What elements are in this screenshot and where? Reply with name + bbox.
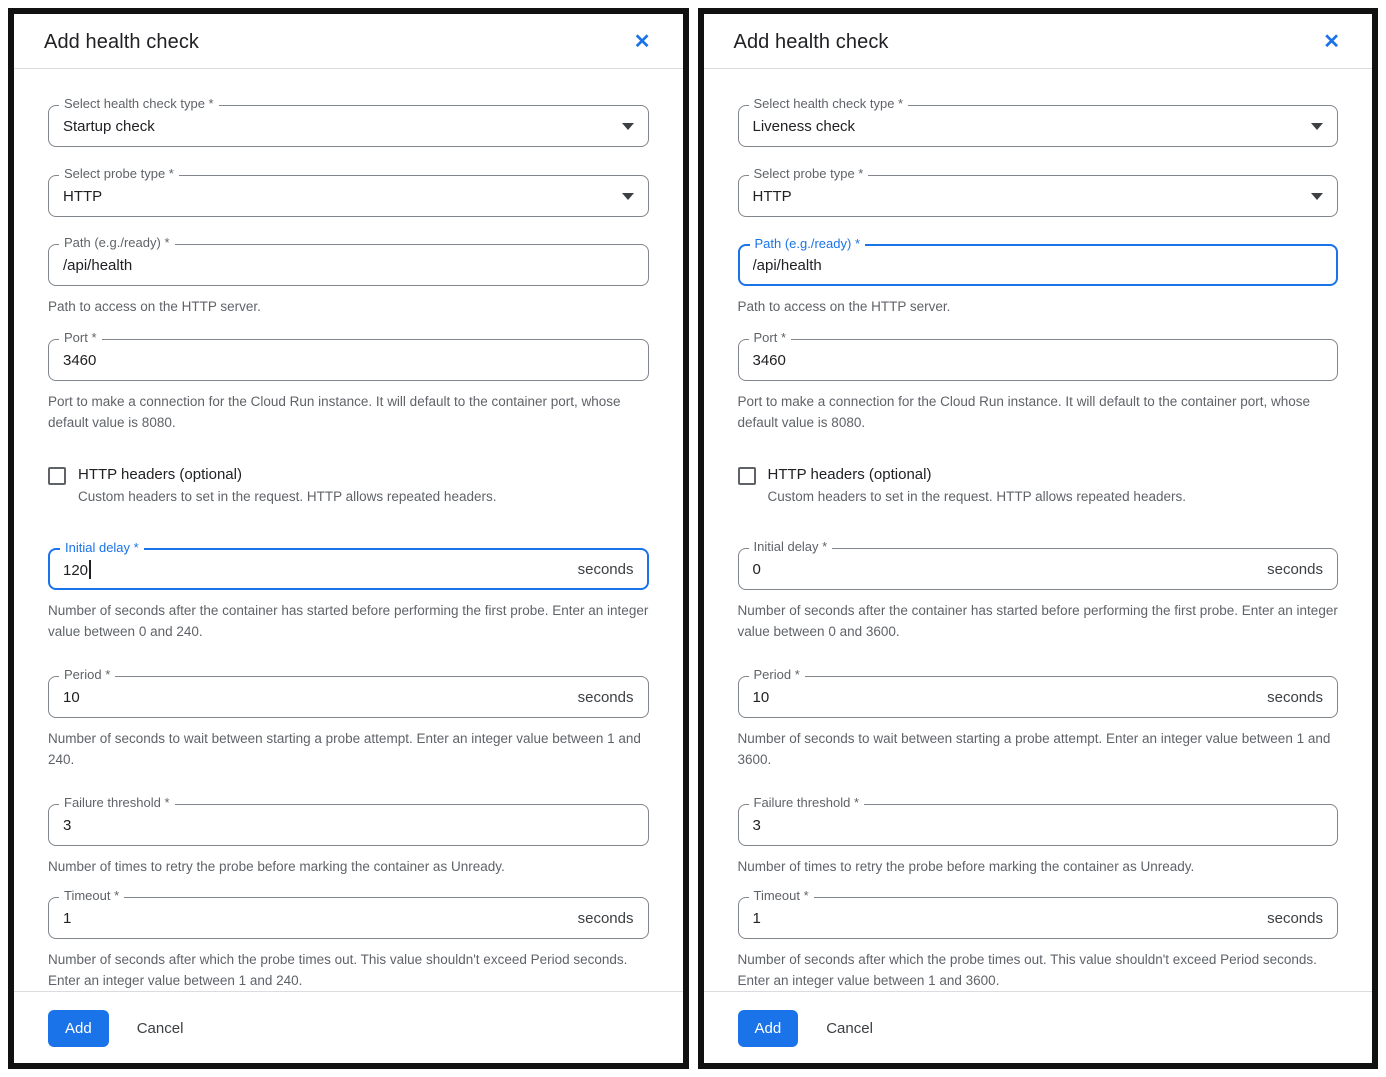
failure-threshold-value: 3 (63, 817, 634, 834)
failure-threshold-helper-text: Number of times to retry the probe befor… (738, 856, 1339, 877)
health-check-type-value: Startup check (63, 118, 614, 135)
period-value: 10 (63, 689, 570, 706)
http-headers-helper-text: Custom headers to set in the request. HT… (78, 487, 496, 506)
port-helper-text: Port to make a connection for the Cloud … (48, 391, 649, 433)
add-health-check-dialog-liveness: Add health check ✕ Select health check t… (698, 8, 1379, 1069)
add-button[interactable]: Add (48, 1010, 109, 1047)
seconds-suffix: seconds (578, 561, 634, 578)
add-button[interactable]: Add (738, 1010, 799, 1047)
probe-type-select[interactable]: Select probe type * HTTP (738, 175, 1339, 217)
failure-threshold-helper-text: Number of times to retry the probe befor… (48, 856, 649, 877)
text-cursor (89, 560, 91, 579)
port-helper-text: Port to make a connection for the Cloud … (738, 391, 1339, 433)
port-label: Port * (59, 331, 102, 345)
path-label: Path (e.g./ready) * (59, 236, 175, 250)
http-headers-row: HTTP headers (optional) Custom headers t… (738, 465, 1339, 506)
failure-threshold-input[interactable]: Failure threshold * 3 (48, 804, 649, 846)
port-value: 3460 (753, 352, 1324, 369)
dialog-body: Select health check type * Liveness chec… (704, 69, 1373, 991)
timeout-helper-text: Number of seconds after which the probe … (738, 949, 1339, 991)
probe-type-select[interactable]: Select probe type * HTTP (48, 175, 649, 217)
period-helper-text: Number of seconds to wait between starti… (738, 728, 1339, 770)
seconds-suffix: seconds (1267, 561, 1323, 578)
initial-delay-helper-text: Number of seconds after the container ha… (48, 600, 649, 642)
timeout-helper-text: Number of seconds after which the probe … (48, 949, 649, 991)
chevron-down-icon (1311, 123, 1323, 130)
period-input[interactable]: Period * 10 seconds (48, 676, 649, 718)
path-helper-text: Path to access on the HTTP server. (48, 296, 649, 317)
port-input[interactable]: Port * 3460 (48, 339, 649, 381)
chevron-down-icon (1311, 193, 1323, 200)
health-check-type-label: Select health check type * (59, 97, 219, 111)
cancel-button[interactable]: Cancel (826, 1020, 873, 1037)
path-label: Path (e.g./ready) * (750, 237, 866, 251)
health-check-type-value: Liveness check (753, 118, 1304, 135)
initial-delay-label: Initial delay * (749, 540, 833, 554)
close-icon[interactable]: ✕ (1321, 30, 1342, 54)
period-input[interactable]: Period * 10 seconds (738, 676, 1339, 718)
failure-threshold-label: Failure threshold * (749, 796, 865, 810)
timeout-input[interactable]: Timeout * 1 seconds (48, 897, 649, 939)
port-label: Port * (749, 331, 792, 345)
probe-type-value: HTTP (63, 188, 614, 205)
probe-type-label: Select probe type * (59, 167, 179, 181)
path-input[interactable]: Path (e.g./ready) * /api/health (48, 244, 649, 286)
dialog-footer: Add Cancel (14, 991, 683, 1069)
http-headers-label: HTTP headers (optional) (78, 465, 496, 485)
timeout-label: Timeout * (59, 889, 124, 903)
dialog-header: Add health check ✕ (704, 14, 1373, 68)
initial-delay-value: 120 (63, 560, 570, 579)
dialog-header: Add health check ✕ (14, 14, 683, 68)
health-check-type-label: Select health check type * (749, 97, 909, 111)
path-input[interactable]: Path (e.g./ready) * /api/health (738, 244, 1339, 286)
http-headers-row: HTTP headers (optional) Custom headers t… (48, 465, 649, 506)
period-helper-text: Number of seconds to wait between starti… (48, 728, 649, 770)
path-value: /api/health (753, 257, 1324, 274)
initial-delay-input[interactable]: Initial delay * 120 seconds (48, 548, 649, 590)
close-icon[interactable]: ✕ (632, 30, 653, 54)
dialog-footer: Add Cancel (704, 991, 1373, 1069)
period-value: 10 (753, 689, 1260, 706)
path-helper-text: Path to access on the HTTP server. (738, 296, 1339, 317)
http-headers-label: HTTP headers (optional) (768, 465, 1186, 485)
dialog-body: Select health check type * Startup check… (14, 69, 683, 991)
health-check-type-select[interactable]: Select health check type * Startup check (48, 105, 649, 147)
chevron-down-icon (622, 193, 634, 200)
chevron-down-icon (622, 123, 634, 130)
failure-threshold-label: Failure threshold * (59, 796, 175, 810)
initial-delay-helper-text: Number of seconds after the container ha… (738, 600, 1339, 642)
timeout-value: 1 (63, 910, 570, 927)
port-input[interactable]: Port * 3460 (738, 339, 1339, 381)
dialog-title: Add health check (734, 31, 889, 54)
initial-delay-label: Initial delay * (60, 541, 144, 555)
path-value: /api/health (63, 257, 634, 274)
timeout-input[interactable]: Timeout * 1 seconds (738, 897, 1339, 939)
initial-delay-value: 0 (753, 561, 1260, 578)
seconds-suffix: seconds (1267, 910, 1323, 927)
timeout-label: Timeout * (749, 889, 814, 903)
http-headers-checkbox[interactable] (48, 467, 66, 485)
probe-type-value: HTTP (753, 188, 1304, 205)
dialog-title: Add health check (44, 31, 199, 54)
add-health-check-dialog-startup: Add health check ✕ Select health check t… (8, 8, 689, 1069)
timeout-value: 1 (753, 910, 1260, 927)
http-headers-helper-text: Custom headers to set in the request. HT… (768, 487, 1186, 506)
failure-threshold-input[interactable]: Failure threshold * 3 (738, 804, 1339, 846)
initial-delay-input[interactable]: Initial delay * 0 seconds (738, 548, 1339, 590)
cancel-button[interactable]: Cancel (137, 1020, 184, 1037)
probe-type-label: Select probe type * (749, 167, 869, 181)
port-value: 3460 (63, 352, 634, 369)
period-label: Period * (749, 668, 805, 682)
failure-threshold-value: 3 (753, 817, 1324, 834)
seconds-suffix: seconds (578, 689, 634, 706)
http-headers-checkbox[interactable] (738, 467, 756, 485)
period-label: Period * (59, 668, 115, 682)
seconds-suffix: seconds (578, 910, 634, 927)
health-check-type-select[interactable]: Select health check type * Liveness chec… (738, 105, 1339, 147)
seconds-suffix: seconds (1267, 689, 1323, 706)
